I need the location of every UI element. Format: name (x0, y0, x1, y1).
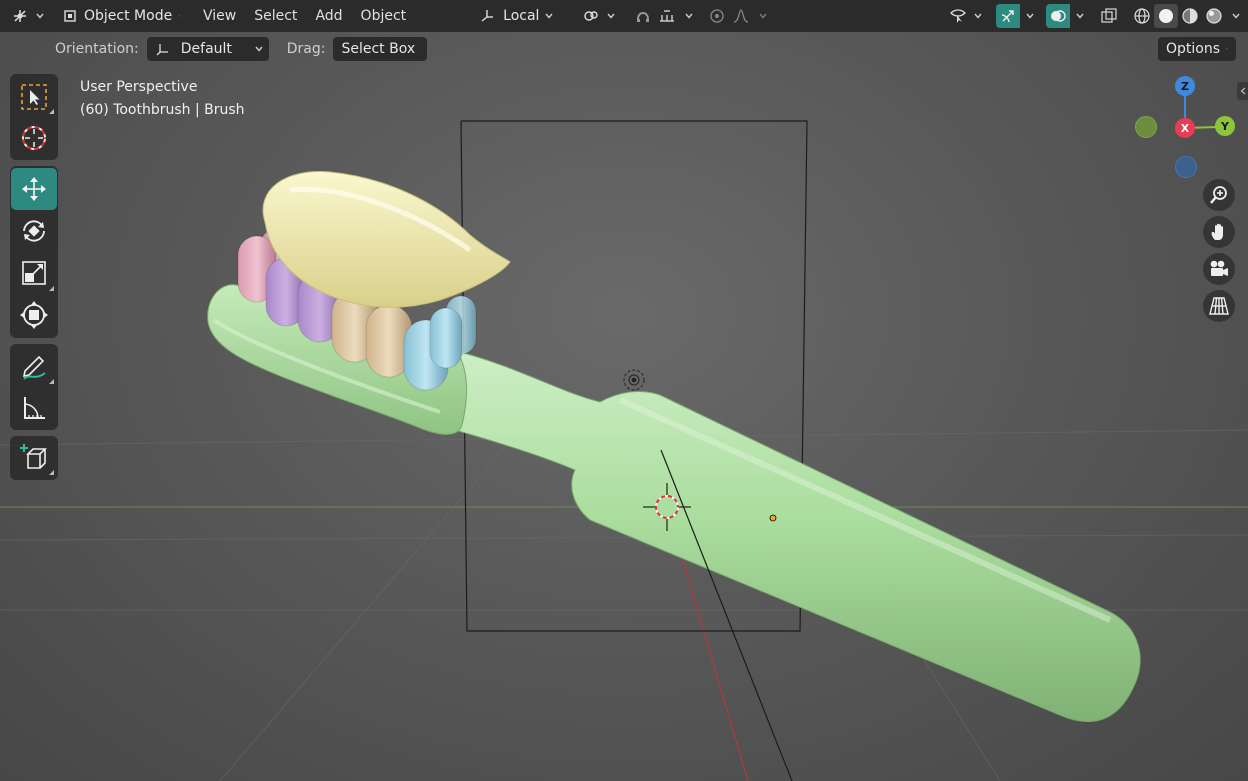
tool-add-cube[interactable] (11, 438, 57, 478)
select-box-icon (21, 83, 47, 110)
xray-icon (1099, 6, 1119, 26)
material-shading-icon[interactable] (1178, 6, 1202, 26)
tool-measure[interactable] (11, 387, 57, 428)
tool-select-box[interactable] (11, 76, 57, 117)
orientation-label-text: Orientation: (55, 41, 139, 57)
chevron-down-icon (255, 46, 263, 52)
tool-annotate[interactable] (11, 346, 57, 387)
cursor-icon (22, 125, 46, 150)
drag-label-text: Drag: (286, 41, 326, 57)
snap-toggle-icon[interactable] (631, 6, 655, 26)
chevron-down-icon[interactable] (1232, 12, 1240, 20)
overlays-toggle-icon[interactable] (1046, 4, 1070, 28)
proportional-edit-group (703, 4, 770, 28)
chevron-down-icon (607, 13, 615, 19)
editor-type-button[interactable] (6, 4, 48, 28)
transform-orientation-dropdown[interactable]: Local (471, 4, 568, 28)
toolbar-group-transform (10, 166, 58, 338)
snap-group (629, 4, 696, 28)
shading-group (1128, 4, 1242, 28)
chevron-down-icon[interactable] (685, 12, 693, 20)
mode-label: Object Mode (84, 8, 173, 24)
annotate-pencil-icon (22, 355, 46, 380)
perspective-grid-icon (1209, 297, 1229, 315)
overlays-dropdown (1046, 4, 1088, 28)
chevron-down-icon (974, 13, 982, 19)
view-name: User Perspective (80, 79, 198, 95)
snap-increment-icon[interactable] (655, 6, 679, 26)
menu-object[interactable]: Object (352, 4, 416, 28)
orientation-axes-icon (477, 6, 497, 26)
zoom-magnifier-icon (1210, 186, 1227, 204)
camera-view-button[interactable] (1203, 253, 1235, 285)
gizmo-y[interactable]: Y (1215, 116, 1235, 136)
orientation-gizmo-icon (153, 39, 173, 59)
tool-move[interactable] (11, 168, 57, 210)
move-icon (22, 177, 46, 201)
falloff-curve-icon[interactable] (729, 6, 753, 26)
options-dropdown[interactable]: Options (1158, 37, 1236, 61)
measure-ruler-icon (24, 396, 45, 419)
chevron-down-icon[interactable] (1026, 12, 1034, 20)
gizmo-x[interactable]: X (1175, 118, 1195, 138)
transform-icon (20, 301, 48, 329)
menu-select[interactable]: Select (245, 4, 306, 28)
tool-scale[interactable] (11, 252, 57, 294)
perspective-toggle-button[interactable] (1203, 290, 1235, 322)
gizmo-neg-z[interactable] (1175, 156, 1197, 178)
toolbar-group-annotate (10, 344, 58, 430)
menu-add[interactable]: Add (306, 4, 351, 28)
gizmo-neg-y[interactable] (1135, 116, 1157, 138)
chevron-down-icon (545, 13, 553, 19)
drag-value: Select Box (341, 41, 416, 57)
tool-transform[interactable] (11, 294, 57, 336)
options-label: Options (1166, 41, 1221, 57)
selectability-visibility-dropdown[interactable] (942, 4, 988, 28)
chevron-down-icon (36, 13, 44, 19)
viewport-header: Object Mode View Select Add Object Local (0, 0, 1248, 32)
chevron-left-icon (1240, 87, 1245, 95)
zoom-button[interactable] (1203, 179, 1235, 211)
menu-view[interactable]: View (194, 4, 245, 28)
orientation-value: Default (180, 41, 232, 57)
pivot-icon (581, 6, 601, 26)
orientation-dropdown[interactable]: Default (146, 37, 269, 61)
view3d-icon (10, 6, 30, 26)
navigation-gizmo[interactable]: Z Y X (1130, 74, 1240, 184)
tool-rotate[interactable] (11, 210, 57, 252)
camera-icon (1210, 260, 1228, 276)
object-mode-icon (62, 6, 78, 26)
toolbar-group-select (10, 74, 58, 160)
chevron-down-icon (178, 15, 180, 17)
toolbar-group-add (10, 436, 58, 480)
gizmo-toggle-icon[interactable] (996, 4, 1020, 28)
rendered-shading-icon[interactable] (1202, 6, 1226, 26)
chevron-down-icon[interactable] (759, 12, 767, 20)
chevron-down-icon (1226, 48, 1228, 50)
solid-shading-icon[interactable] (1154, 4, 1178, 28)
pivot-point-dropdown[interactable] (575, 4, 622, 28)
viewport-overlay-text: User Perspective (60) Toothbrush | Brush (80, 76, 245, 122)
xray-toggle[interactable] (1096, 4, 1122, 28)
hand-icon (1211, 223, 1223, 240)
mode-dropdown[interactable]: Object Mode (56, 4, 186, 28)
wireframe-shading-icon[interactable] (1130, 6, 1154, 26)
gizmo-dropdown (996, 4, 1038, 28)
proportional-edit-icon[interactable] (705, 6, 729, 26)
scale-icon (22, 261, 46, 285)
pan-button[interactable] (1203, 216, 1235, 248)
tool-cursor[interactable] (11, 117, 57, 158)
rotate-icon (23, 220, 45, 242)
gizmo-z[interactable]: Z (1175, 76, 1195, 96)
object-info: (60) Toothbrush | Brush (80, 102, 245, 118)
drag-dropdown[interactable]: Select Box (333, 37, 428, 61)
orientation-label: Local (503, 8, 540, 24)
chevron-down-icon[interactable] (1076, 12, 1084, 20)
cursor-eye-icon (948, 6, 968, 26)
add-cube-icon (20, 444, 47, 469)
tool-settings-bar: Orientation: Default Drag: Select Box Op… (0, 34, 1248, 64)
